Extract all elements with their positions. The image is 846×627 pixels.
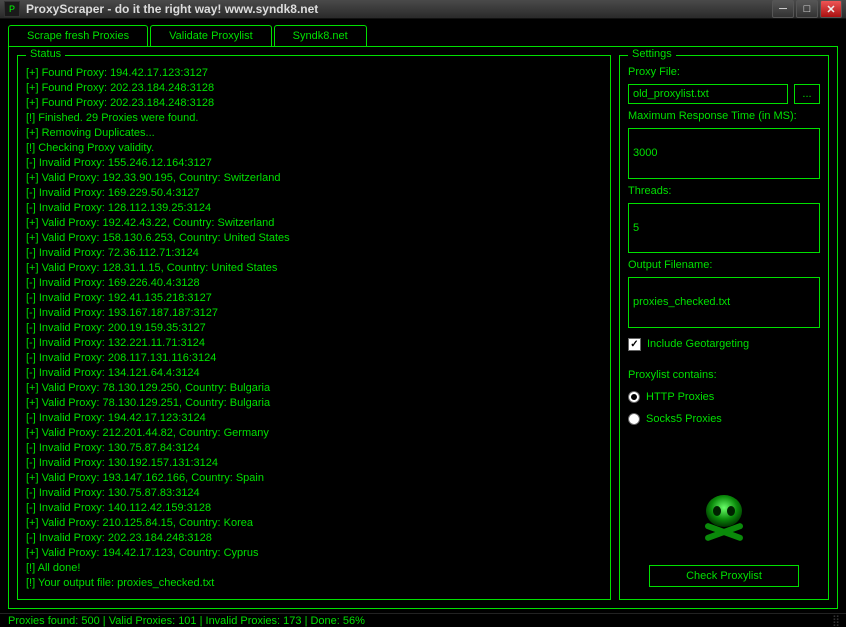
radio-socks-label: Socks5 Proxies xyxy=(646,413,722,425)
log-line: [+] Valid Proxy: 78.130.129.251, Country… xyxy=(26,396,602,411)
radio-http[interactable] xyxy=(628,391,640,403)
settings-fieldset: Settings Proxy File: ... Maximum Respons… xyxy=(619,55,829,600)
tab-validate[interactable]: Validate Proxylist xyxy=(150,25,272,46)
log-line: [+] Valid Proxy: 158.130.6.253, Country:… xyxy=(26,231,602,246)
log-line: [+] Valid Proxy: 78.130.129.250, Country… xyxy=(26,381,602,396)
log-line: [-] Invalid Proxy: 208.117.131.116:3124 xyxy=(26,351,602,366)
browse-button[interactable]: ... xyxy=(794,84,820,104)
settings-column: Settings Proxy File: ... Maximum Respons… xyxy=(619,55,829,600)
geotargeting-checkbox[interactable]: ✓ xyxy=(628,338,641,351)
log-line: [!] Finished. 29 Proxies were found. xyxy=(26,111,602,126)
status-column: Status [+] Found Proxy: 194.42.17.123:31… xyxy=(17,55,611,600)
skull-icon xyxy=(689,489,759,549)
log-line: [-] Invalid Proxy: 130.192.157.131:3124 xyxy=(26,456,602,471)
log-line: [!] Checking Proxy validity. xyxy=(26,141,602,156)
titlebar[interactable]: P ProxyScraper - do it the right way! ww… xyxy=(0,0,846,19)
radio-socks[interactable] xyxy=(628,413,640,425)
radio-http-row[interactable]: HTTP Proxies xyxy=(628,391,820,403)
settings-body: Proxy File: ... Maximum Response Time (i… xyxy=(628,66,820,591)
proxylist-contains-label: Proxylist contains: xyxy=(628,369,820,381)
log-line: [-] Invalid Proxy: 130.75.87.84:3124 xyxy=(26,441,602,456)
tab-strip: Scrape fresh Proxies Validate Proxylist … xyxy=(8,25,838,46)
log-line: [-] Invalid Proxy: 169.226.40.4:3128 xyxy=(26,276,602,291)
status-fieldset: Status [+] Found Proxy: 194.42.17.123:31… xyxy=(17,55,611,600)
log-line: [-] Invalid Proxy: 128.112.139.25:3124 xyxy=(26,201,602,216)
statusbar-text: Proxies found: 500 | Valid Proxies: 101 … xyxy=(8,615,365,627)
log-line: [!] All done! xyxy=(26,561,602,576)
geotargeting-label: Include Geotargeting xyxy=(647,338,749,350)
log-line: [+] Valid Proxy: 210.125.84.15, Country:… xyxy=(26,516,602,531)
log-line: [-] Invalid Proxy: 134.121.64.4:3124 xyxy=(26,366,602,381)
log-line: [+] Found Proxy: 194.42.17.123:3127 xyxy=(26,66,602,81)
log-line: [-] Invalid Proxy: 169.229.50.4:3127 xyxy=(26,186,602,201)
log-line: [!] Your output file: proxies_checked.tx… xyxy=(26,576,602,591)
log-line: [-] Invalid Proxy: 72.36.112.71:3124 xyxy=(26,246,602,261)
status-log[interactable]: [+] Found Proxy: 194.42.17.123:3127[+] F… xyxy=(26,66,602,591)
log-line: [-] Invalid Proxy: 200.19.159.35:3127 xyxy=(26,321,602,336)
radio-http-label: HTTP Proxies xyxy=(646,391,714,403)
log-line: [-] Invalid Proxy: 155.246.12.164:3127 xyxy=(26,156,602,171)
log-line: [+] Valid Proxy: 192.33.90.195, Country:… xyxy=(26,171,602,186)
app-icon: P xyxy=(4,1,20,17)
log-line: [-] Invalid Proxy: 202.23.184.248:3128 xyxy=(26,531,602,546)
proxy-file-label: Proxy File: xyxy=(628,66,820,78)
threads-input[interactable] xyxy=(628,203,820,254)
log-line: [+] Valid Proxy: 194.42.17.123, Country:… xyxy=(26,546,602,561)
tab-scrape[interactable]: Scrape fresh Proxies xyxy=(8,25,148,46)
proxy-file-input[interactable] xyxy=(628,84,788,104)
tab-syndk8[interactable]: Syndk8.net xyxy=(274,25,367,46)
check-proxylist-button[interactable]: Check Proxylist xyxy=(649,565,799,587)
log-line: [+] Valid Proxy: 212.201.44.82, Country:… xyxy=(26,426,602,441)
log-line: [-] Invalid Proxy: 140.112.42.159:3128 xyxy=(26,501,602,516)
close-button[interactable]: ✕ xyxy=(820,0,842,18)
log-line: [+] Found Proxy: 202.23.184.248:3128 xyxy=(26,81,602,96)
log-line: [+] Valid Proxy: 128.31.1.15, Country: U… xyxy=(26,261,602,276)
log-line: [+] Valid Proxy: 193.147.162.166, Countr… xyxy=(26,471,602,486)
tab-panel: Status [+] Found Proxy: 194.42.17.123:31… xyxy=(8,46,838,609)
log-line: [+] Found Proxy: 202.23.184.248:3128 xyxy=(26,96,602,111)
output-input[interactable] xyxy=(628,277,820,328)
log-line: [-] Invalid Proxy: 193.167.187.187:3127 xyxy=(26,306,602,321)
radio-socks-row[interactable]: Socks5 Proxies xyxy=(628,413,820,425)
minimize-button[interactable]: ─ xyxy=(772,0,794,18)
log-line: [-] Invalid Proxy: 194.42.17.123:3124 xyxy=(26,411,602,426)
status-title: Status xyxy=(26,48,65,60)
settings-title: Settings xyxy=(628,48,676,60)
max-response-input[interactable] xyxy=(628,128,820,179)
threads-label: Threads: xyxy=(628,185,820,197)
statusbar: Proxies found: 500 | Valid Proxies: 101 … xyxy=(0,613,846,627)
output-label: Output Filename: xyxy=(628,259,820,271)
max-response-label: Maximum Response Time (in MS): xyxy=(628,110,820,122)
log-line: [+] Removing Duplicates... xyxy=(26,126,602,141)
log-line: [-] Invalid Proxy: 130.75.87.83:3124 xyxy=(26,486,602,501)
app-window: P ProxyScraper - do it the right way! ww… xyxy=(0,0,846,598)
resize-grip[interactable]: ⣿ xyxy=(832,614,838,627)
maximize-button[interactable]: □ xyxy=(796,0,818,18)
log-line: [-] Invalid Proxy: 132.221.11.71:3124 xyxy=(26,336,602,351)
window-title: ProxyScraper - do it the right way! www.… xyxy=(26,2,770,16)
log-line: [-] Invalid Proxy: 192.41.135.218:3127 xyxy=(26,291,602,306)
content-area: Scrape fresh Proxies Validate Proxylist … xyxy=(0,19,846,613)
log-line: [+] Valid Proxy: 192.42.43.22, Country: … xyxy=(26,216,602,231)
geotargeting-row[interactable]: ✓ Include Geotargeting xyxy=(628,338,820,351)
